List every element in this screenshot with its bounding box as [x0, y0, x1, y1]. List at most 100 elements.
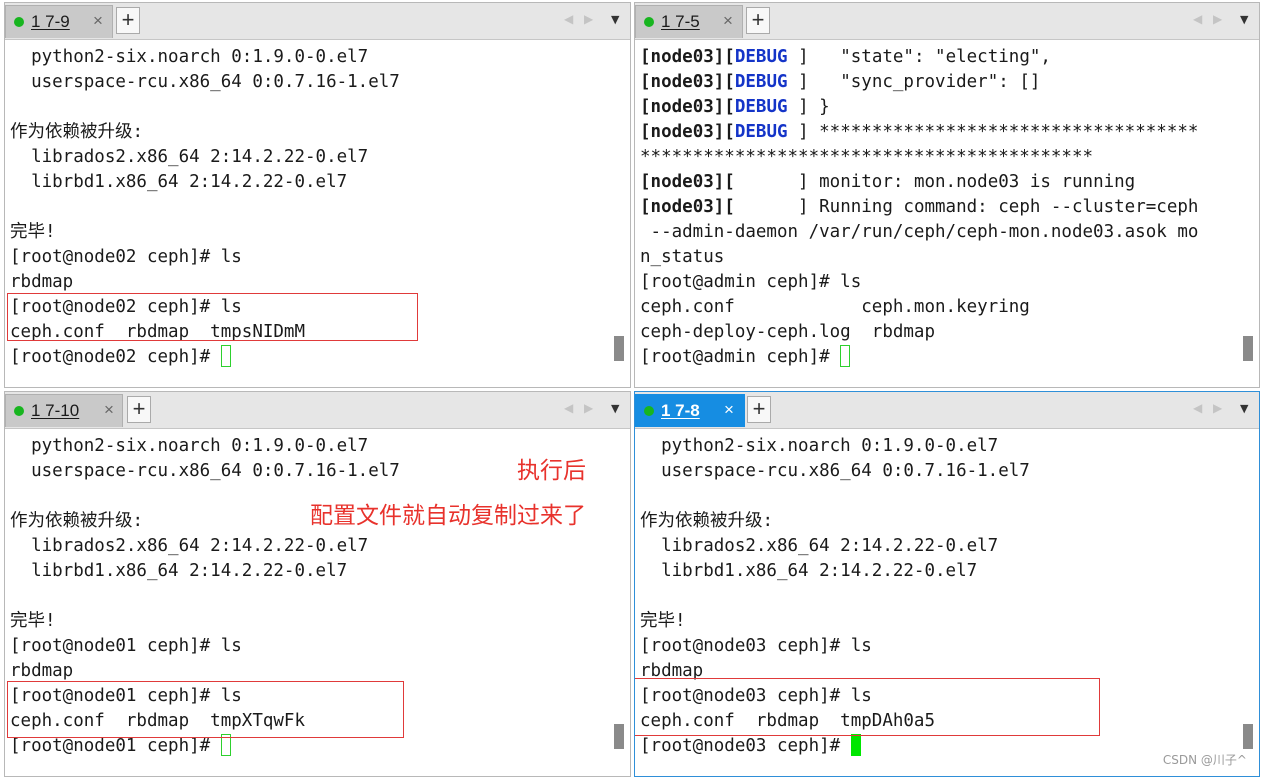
tab-menu-chevron-down-icon[interactable]: ▼: [1240, 402, 1248, 415]
terminal-pane-top-left[interactable]: 1 7-9 × + ◀ ▶ ▼ python2-six.noarch 0:1.9…: [4, 2, 631, 388]
highlight-box: [635, 678, 1100, 736]
scrollbar-thumb[interactable]: [1243, 336, 1253, 361]
terminal-pane-bottom-right[interactable]: 1 7-8 × + ◀ ▶ ▼ python2-six.noarch 0:1.9…: [634, 391, 1260, 777]
terminal-pane-top-right[interactable]: 1 7-5 × + ◀ ▶ ▼ [node03][DEBUG ] "state"…: [634, 2, 1260, 388]
add-tab-button[interactable]: +: [746, 7, 770, 34]
terminal-line: ceph.conf ceph.mon.keyring: [640, 295, 1237, 320]
terminal-text: ceph-deploy-ceph.log rbdmap: [640, 322, 936, 342]
terminal-line: n_status: [640, 245, 1237, 270]
tab-label: 1 7-8: [661, 401, 700, 420]
text-cursor: [850, 734, 861, 756]
terminal-line: python2-six.noarch 0:1.9.0-0.el7: [640, 434, 1237, 459]
terminal-text: [: [640, 172, 651, 192]
terminal-line: librados2.x86_64 2:14.2.22-0.el7: [640, 534, 1237, 559]
terminal-line: librbd1.x86_64 2:14.2.22-0.el7: [640, 559, 1237, 584]
connected-status-dot: [644, 17, 654, 27]
terminal-text: python2-six.noarch 0:1.9.0-0.el7: [10, 47, 369, 67]
scrollbar-thumb[interactable]: [614, 724, 624, 749]
terminal-text: 作为依赖被升级:: [10, 511, 144, 531]
terminal-line: ceph-deploy-ceph.log rbdmap: [640, 320, 1237, 345]
scrollbar-thumb[interactable]: [614, 336, 624, 361]
close-icon[interactable]: ×: [104, 400, 114, 420]
terminal-text: python2-six.noarch 0:1.9.0-0.el7: [10, 436, 369, 456]
tab-session-7-10[interactable]: 1 7-10 ×: [5, 394, 123, 427]
add-tab-button[interactable]: +: [127, 396, 151, 423]
terminal-line: [node03][ ] Running command: ceph --clus…: [640, 195, 1237, 220]
terminal-line: [node03][DEBUG ] "state": "electing",: [640, 45, 1237, 70]
terminal-text: 完毕!: [640, 611, 686, 631]
terminal-text: node03: [650, 47, 714, 67]
terminal-text: ][: [713, 172, 735, 192]
tab-menu-chevron-down-icon[interactable]: ▼: [611, 13, 619, 26]
terminal-text: librbd1.x86_64 2:14.2.22-0.el7: [10, 172, 348, 192]
connected-status-dot: [644, 406, 654, 416]
tab-scroll-right-icon[interactable]: ▶: [584, 401, 593, 415]
tab-session-7-9[interactable]: 1 7-9 ×: [5, 5, 113, 38]
close-icon[interactable]: ×: [723, 11, 733, 31]
tab-menu-chevron-down-icon[interactable]: ▼: [1240, 13, 1248, 26]
terminal-line: [root@admin ceph]#: [640, 345, 1237, 370]
tab-session-7-8[interactable]: 1 7-8 ×: [635, 394, 745, 427]
terminal-text: [: [640, 47, 651, 67]
terminal-text: ] "sync_provider": []: [787, 72, 1041, 92]
tab-scroll-left-icon[interactable]: ◀: [564, 401, 573, 415]
terminal-line: userspace-rcu.x86_64 0:0.7.16-1.el7: [640, 459, 1237, 484]
terminal-text: 完毕!: [10, 611, 56, 631]
tab-label: 1 7-5: [661, 12, 700, 31]
terminal-line: librados2.x86_64 2:14.2.22-0.el7: [10, 145, 608, 170]
scrollbar-thumb[interactable]: [1243, 724, 1253, 749]
terminal-line: userspace-rcu.x86_64 0:0.7.16-1.el7: [10, 70, 608, 95]
tab-scroll-right-icon[interactable]: ▶: [1213, 12, 1222, 26]
tab-session-7-5[interactable]: 1 7-5 ×: [635, 5, 743, 38]
tab-bar: 1 7-8 × + ◀ ▶ ▼: [635, 392, 1259, 429]
terminal-output[interactable]: [node03][DEBUG ] "state": "electing", [no…: [640, 45, 1237, 387]
terminal-line: librbd1.x86_64 2:14.2.22-0.el7: [10, 559, 608, 584]
terminal-text: [root@node02 ceph]# ls: [10, 247, 242, 267]
terminal-text: [root@node02 ceph]#: [10, 347, 221, 367]
terminal-text: ] "state": "electing",: [787, 47, 1051, 67]
terminal-text: [root@admin ceph]#: [640, 347, 841, 367]
terminal-line: [root@node02 ceph]#: [10, 345, 608, 370]
tab-scroll-right-icon[interactable]: ▶: [1213, 401, 1222, 415]
terminal-text: ][: [713, 47, 735, 67]
terminal-line: [node03][DEBUG ] ***********************…: [640, 120, 1237, 145]
terminal-text: ] ************************************: [787, 122, 1199, 142]
terminal-line: [root@node01 ceph]# ls: [10, 634, 608, 659]
terminal-text: ] Running command: ceph --cluster=ceph: [734, 197, 1199, 217]
terminal-text: ][: [713, 72, 735, 92]
terminal-line: [node03][ ] monitor: mon.node03 is runni…: [640, 170, 1237, 195]
tab-scroll-left-icon[interactable]: ◀: [1193, 401, 1202, 415]
terminal-text: node03: [650, 97, 714, 117]
tab-bar: 1 7-9 × + ◀ ▶ ▼: [5, 3, 630, 40]
add-tab-button[interactable]: +: [116, 7, 140, 34]
terminal-text: DEBUG: [734, 47, 788, 67]
terminal-text: [root@node03 ceph]#: [640, 736, 851, 756]
terminal-text: node03: [650, 122, 714, 142]
tab-menu-chevron-down-icon[interactable]: ▼: [611, 402, 619, 415]
terminal-text: ] }: [787, 97, 830, 117]
terminal-text: librados2.x86_64 2:14.2.22-0.el7: [10, 147, 369, 167]
terminal-text: DEBUG: [734, 97, 788, 117]
terminal-line: 作为依赖被升级:: [10, 120, 608, 145]
close-icon[interactable]: ×: [93, 11, 103, 31]
terminal-line: python2-six.noarch 0:1.9.0-0.el7: [10, 45, 608, 70]
terminal-text: librbd1.x86_64 2:14.2.22-0.el7: [640, 561, 978, 581]
terminal-line: 完毕!: [640, 609, 1237, 634]
terminal-pane-bottom-left[interactable]: 1 7-10 × + ◀ ▶ ▼ python2-six.noarch 0:1.…: [4, 391, 631, 777]
close-icon[interactable]: ×: [724, 400, 734, 420]
text-cursor: [220, 345, 231, 367]
terminal-text: --admin-daemon /var/run/ceph/ceph-mon.no…: [640, 222, 1199, 242]
terminal-text: ][: [713, 122, 735, 142]
terminal-text: rbdmap: [10, 661, 74, 681]
terminal-line: librados2.x86_64 2:14.2.22-0.el7: [10, 534, 608, 559]
tab-scroll-left-icon[interactable]: ◀: [564, 12, 573, 26]
terminal-text: [root@admin ceph]# ls: [640, 272, 862, 292]
terminal-text: librados2.x86_64 2:14.2.22-0.el7: [640, 536, 999, 556]
tab-scroll-left-icon[interactable]: ◀: [1193, 12, 1202, 26]
tab-scroll-right-icon[interactable]: ▶: [584, 12, 593, 26]
add-tab-button[interactable]: +: [747, 396, 771, 423]
terminal-text: ][: [713, 97, 735, 117]
annotation-config-copied: 配置文件就自动复制过来了: [310, 502, 586, 528]
